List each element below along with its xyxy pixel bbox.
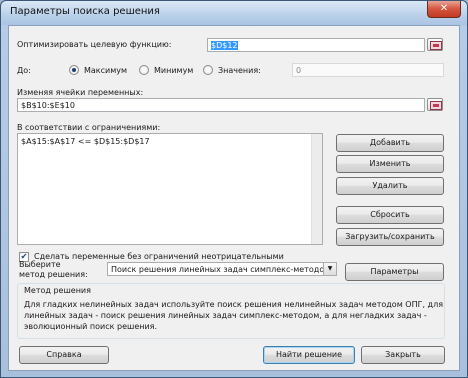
dialog-body: Оптимизировать целевую функцию: $D$12 До… [8, 25, 460, 371]
chevron-down-icon[interactable]: ▼ [323, 263, 336, 275]
method-description-1: Для гладких нелинейных задач используйте… [24, 300, 444, 309]
method-label-2: метод решения: [19, 270, 88, 279]
method-group-title: Метод решения [24, 286, 91, 295]
radio-min-label: Минимум [154, 66, 194, 75]
objective-label: Оптимизировать целевую функцию: [17, 40, 172, 49]
method-selected: Поиск решения линейных задач симплекс-ме… [111, 265, 331, 274]
constraints-list[interactable]: $A$15:$A$17 <= $D$15:$D$17 [17, 133, 323, 245]
constraints-label: В соответствии с ограничениями: [17, 123, 161, 132]
radio-value-label: Значения: [218, 66, 261, 75]
constraints-scrollbar[interactable] [311, 134, 322, 244]
method-label-1: Выберите [19, 260, 61, 269]
method-description-3: эволюционный поиск решения. [24, 322, 158, 331]
value-input[interactable]: 0 [292, 63, 444, 77]
options-button[interactable]: Параметры [345, 263, 444, 281]
variables-ref-icon[interactable] [427, 98, 443, 111]
radio-max[interactable] [69, 65, 79, 75]
help-button[interactable]: Справка [19, 346, 109, 364]
objective-input[interactable]: $D$12 [207, 38, 425, 52]
add-button[interactable]: Добавить [336, 134, 444, 152]
close-button[interactable]: Закрыть [361, 346, 445, 364]
nonnegative-label: Сделать переменные без ограничений неотр… [34, 252, 284, 261]
radio-value[interactable] [203, 65, 213, 75]
method-select[interactable]: Поиск решения линейных задач симплекс-ме… [107, 262, 337, 276]
reset-button[interactable]: Сбросить [336, 206, 444, 224]
load-save-button[interactable]: Загрузить/сохранить [336, 228, 444, 246]
constraint-item[interactable]: $A$15:$A$17 <= $D$15:$D$17 [21, 137, 319, 146]
goal-label: До: [17, 66, 31, 75]
window-title: Параметры поиска решения [10, 6, 160, 17]
objective-value: $D$12 [211, 41, 238, 50]
solve-button[interactable]: Найти решение [263, 346, 355, 364]
radio-max-label: Максимум [84, 66, 128, 75]
radio-min[interactable] [139, 65, 149, 75]
variables-label: Изменяя ячейки переменных: [17, 88, 144, 97]
change-button[interactable]: Изменить [336, 155, 444, 173]
close-window-button[interactable]: ✕ [427, 1, 461, 18]
variables-input[interactable]: $B$10:$E$10 [17, 98, 425, 112]
title-bar[interactable]: Параметры поиска решения ✕ [1, 1, 467, 25]
solver-dialog: Параметры поиска решения ✕ Оптимизироват… [0, 0, 468, 378]
delete-button[interactable]: Удалить [336, 177, 444, 195]
method-description-2: линейных задач - поиск решения линейных … [24, 311, 427, 320]
objective-ref-icon[interactable] [427, 38, 443, 51]
